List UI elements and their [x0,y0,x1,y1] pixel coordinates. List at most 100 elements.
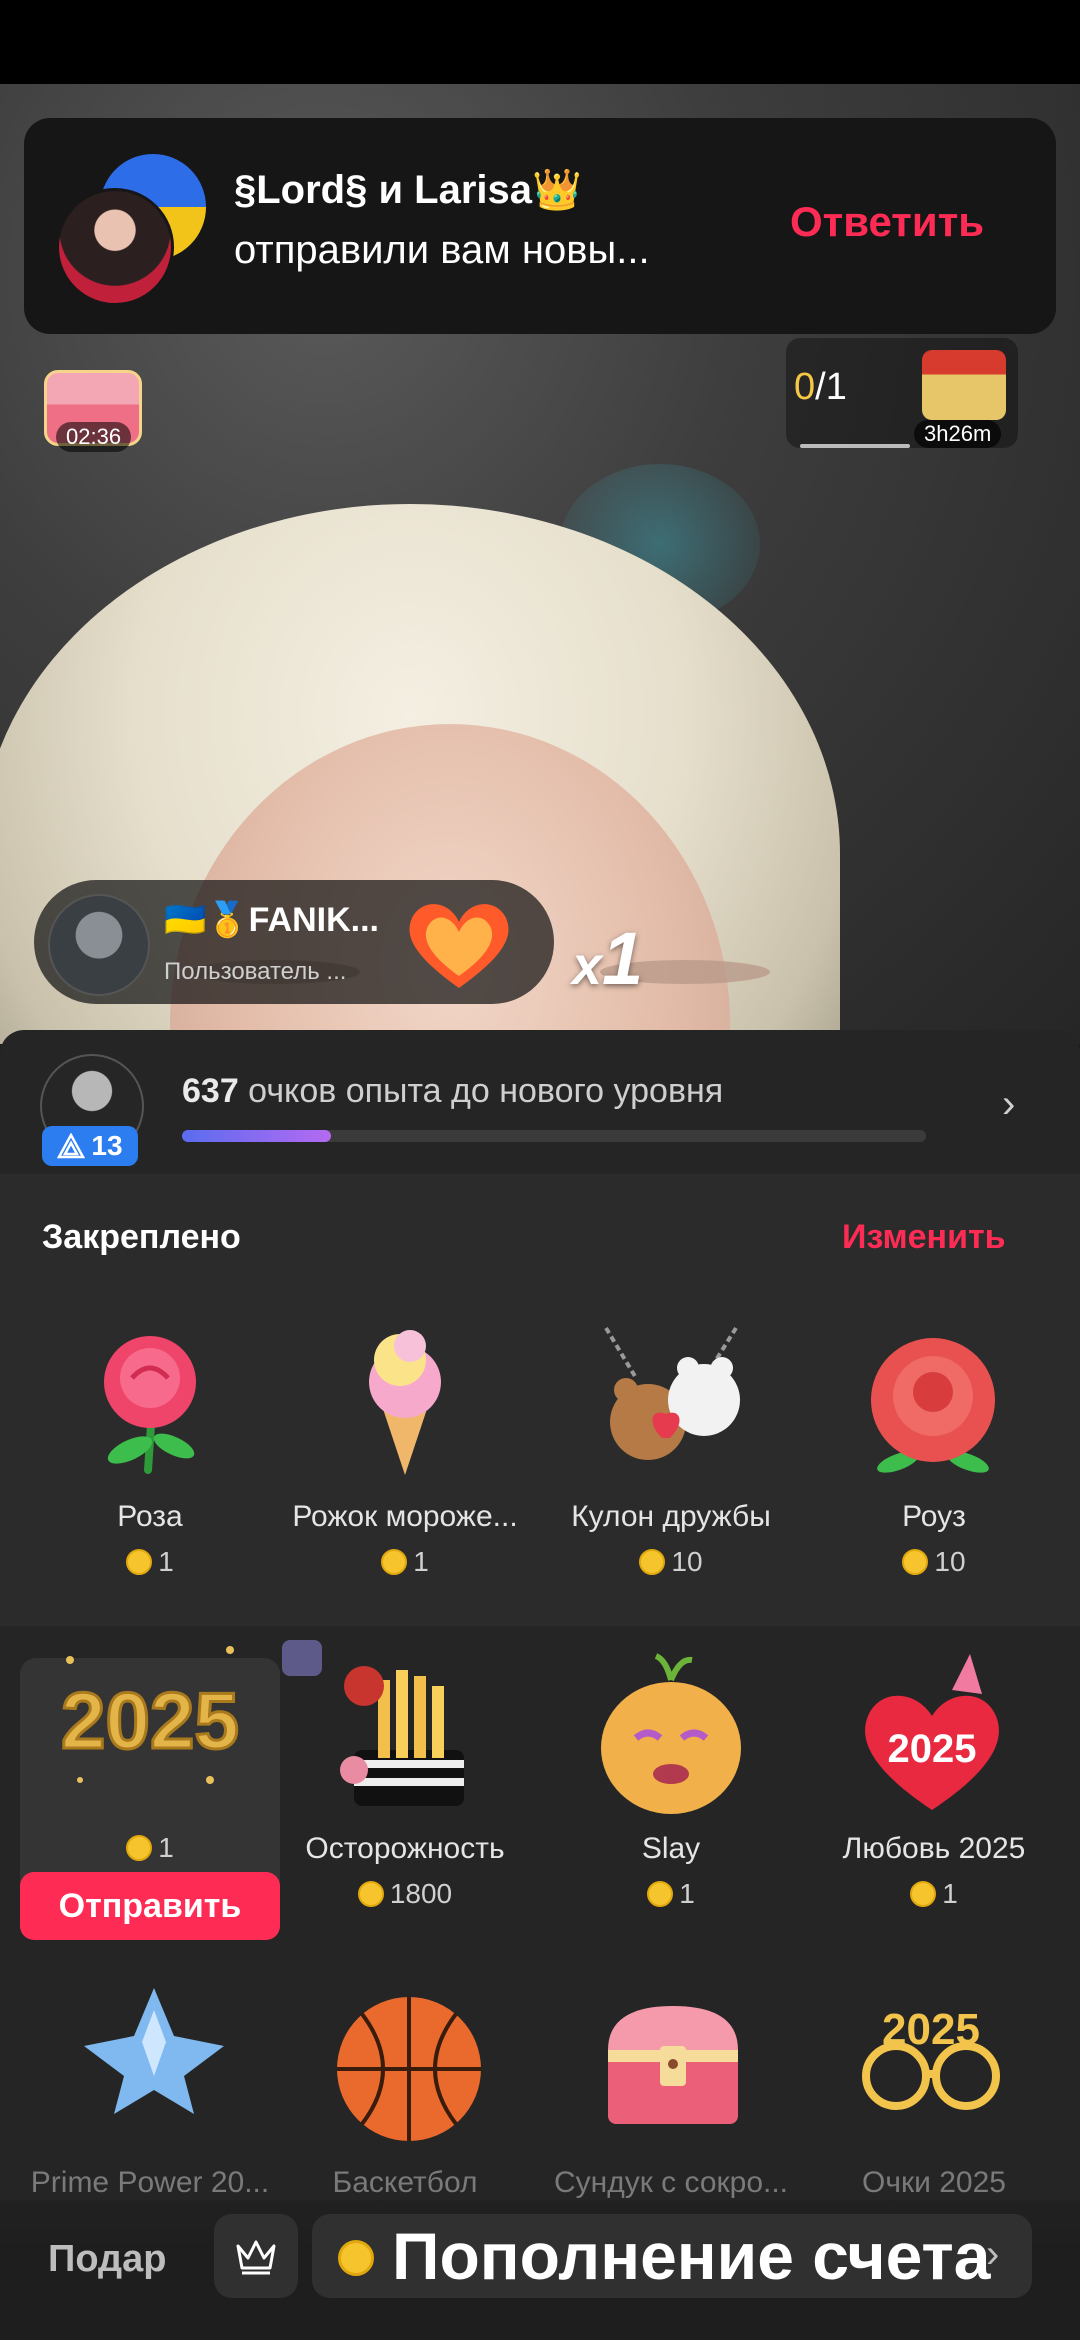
gift-item[interactable]: Осторожность 1800 [274,1832,536,1910]
avatar-front [56,188,174,306]
level-points-label: очков опыта до нового уровня [238,1072,724,1110]
gift-item[interactable]: Любовь 2025 1 [803,1832,1065,1910]
crown-button[interactable] [214,2214,298,2298]
gift-name: Роуз [902,1500,966,1533]
gift-price: 1800 [274,1878,536,1910]
status-bar [0,0,1080,84]
notification-title: §Lord§ и Larisa👑 [234,168,582,212]
2025-glasses-icon: 2025 [862,2005,1000,2110]
level-progress-text: 637 очков опыта до нового уровня [182,1072,723,1111]
slay-face-icon [601,1653,741,1814]
gift-price: 10 [803,1546,1065,1578]
coin-icon [126,1835,153,1861]
gift-item[interactable]: Баскетбол [274,2166,536,2200]
gift-name: Осторожность [305,1832,505,1865]
combo-prefix: x [572,936,603,996]
gift-item[interactable]: Сундук с сокро... [540,2166,802,2200]
gift-price: 1 [803,1878,1065,1910]
combo-count: 1 [602,917,644,1000]
gift-sender-avatar[interactable] [48,894,150,996]
quest-progress-total: /1 [815,366,847,408]
rose-icon [104,1336,196,1474]
coin-icon [381,1549,408,1575]
coin-icon [647,1881,674,1907]
gift-price: 1 [19,1832,281,1864]
gift-price: 1 [19,1546,281,1578]
gift-item[interactable]: Очки 2025 [803,2166,1065,2200]
2025-balloon-icon: 2025 [60,1646,240,1784]
gift-item: 1 [19,1832,281,1864]
gift-name: Slay [641,1832,701,1865]
gift-price-value: 1 [942,1878,958,1909]
gift-item[interactable]: Кулон дружбы 10 [540,1500,802,1578]
gift-item[interactable]: Роуз 10 [803,1500,1065,1578]
gift-price-value: 10 [934,1546,966,1577]
gift-name: Любовь 2025 [842,1832,1026,1865]
gift-name: Сундук с сокро... [553,2166,789,2199]
2025-text: 2025 [61,1676,239,1765]
topup-label: Пополнение счета [392,2219,991,2293]
love-2025-heart-icon: 2025 [865,1654,999,1810]
pinned-title: Закреплено [42,1218,241,1256]
rose-bloom-icon [871,1338,995,1473]
basketball-icon [337,1997,481,2141]
level-progress-fill [182,1130,331,1142]
coin-icon [910,1881,937,1907]
quest-gift-icon [922,350,1006,420]
chevron-right-icon: › [986,2232,1000,2276]
level-badge: 13 [42,1126,138,1166]
gift-price-value: 1 [158,1832,174,1863]
gift-name: Prime Power 20... [30,2166,270,2199]
gift-price: 1 [274,1546,536,1578]
gift-sender-subtitle: Пользователь ... [164,958,347,985]
2025-text: 2025 [888,1727,977,1771]
coin-icon [338,2240,374,2276]
gift-name: Очки 2025 [862,2166,1006,2199]
gift-price: 1 [540,1878,802,1910]
gift-name: Рожок мороже... [292,1500,518,1533]
quest-progress: 0/1 [794,366,847,409]
gift-price-value: 10 [671,1546,703,1577]
notification-avatars [56,154,206,306]
gift-name: Кулон дружбы [571,1500,771,1533]
gift-price: 10 [540,1546,802,1578]
gift-sender-name: 🇺🇦🥇FANIK... [164,901,380,939]
treasure-chest-icon [608,2006,738,2124]
level-chevron-icon[interactable]: › [1002,1082,1015,1127]
friendship-pendant-icon [604,1326,740,1460]
reply-button[interactable]: Ответить [790,198,984,246]
fire-heart-icon [409,904,509,988]
level-number: 13 [91,1130,123,1161]
gift-price-value: 1 [679,1878,695,1909]
interactive-badge-icon [282,1640,322,1676]
level-points: 637 [182,1072,239,1110]
gift-name: Баскетбол [332,2166,478,2199]
coin-icon [126,1549,153,1575]
gift-item[interactable]: Prime Power 20... [19,2166,281,2200]
coin-icon [639,1549,666,1575]
edit-pinned-button[interactable]: Изменить [842,1218,1006,1257]
quest-progress-bar [800,444,910,448]
crown-icon [236,2240,276,2275]
coin-icon [357,1881,384,1907]
gift-price-value: 1800 [389,1878,453,1909]
level-progress-bar [182,1130,926,1142]
quest-progress-current: 0 [794,366,816,408]
fries-basket-icon [340,1666,464,1806]
gift-name: Роза [117,1500,183,1533]
gift-item[interactable]: Slay 1 [540,1832,802,1910]
combo-counter: x1 [572,916,643,1001]
gift-item[interactable]: Рожок мороже... 1 [274,1500,536,1578]
ice-cream-icon [369,1330,441,1475]
chest-timer: 02:36 [56,422,132,452]
gift-price-value: 1 [158,1546,174,1577]
gifts-tab[interactable]: Подар [48,2238,167,2281]
gift-item[interactable]: Роза 1 [19,1500,281,1578]
quest-timer: 3h26m [914,420,1002,448]
notification-subtitle: отправили вам новы... [234,228,650,272]
level-triangle-icon [57,1133,86,1159]
gift-price-value: 1 [413,1546,429,1577]
treasure-chest-button[interactable]: 02:36 [36,360,146,452]
send-button[interactable]: Отправить [20,1872,280,1940]
crystal-dragon-icon [84,1988,224,2114]
